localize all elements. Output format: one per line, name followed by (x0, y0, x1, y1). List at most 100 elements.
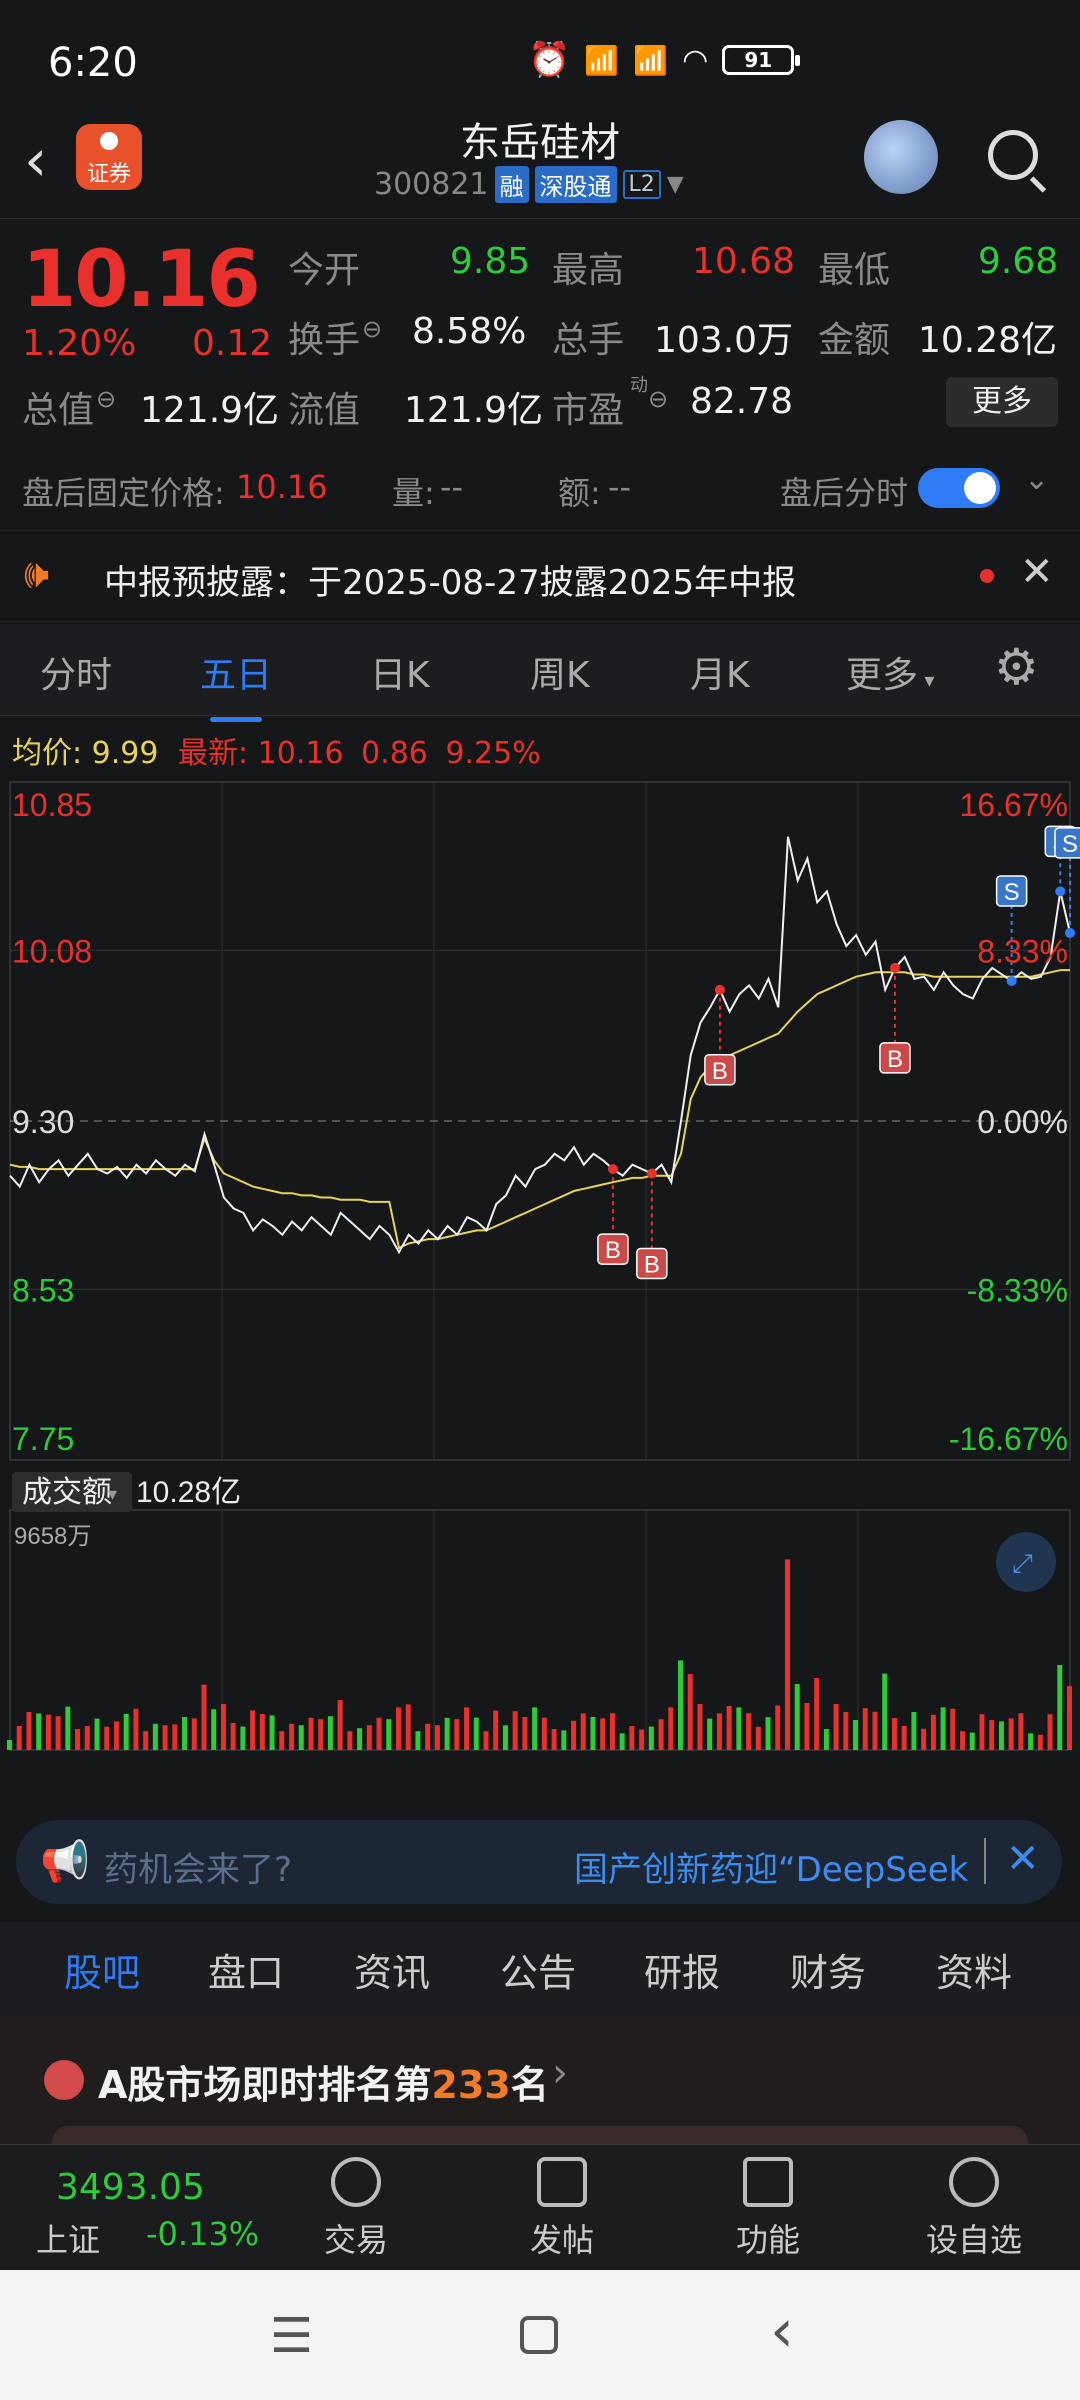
volume-bar (804, 1703, 810, 1750)
volume-total: 10.28亿 (136, 1476, 241, 1509)
chevron-down-icon[interactable]: ⌄ (1024, 462, 1049, 497)
volume-bar (1057, 1665, 1063, 1750)
latest-change: 0.86 (361, 736, 428, 771)
volume-bar (55, 1716, 61, 1750)
x-tick-label: 07/07 (500, 1767, 580, 1770)
tab-profile[interactable]: 资料 (936, 1942, 1012, 1997)
chevron-right-icon: › (552, 2050, 568, 2096)
chevron-down-icon[interactable]: ▼ (667, 172, 684, 197)
info-icon[interactable]: ⊖ (362, 315, 382, 343)
volume-bar (882, 1673, 888, 1750)
y-tick-left: 7.75 (12, 1421, 74, 1457)
after-price-label: 盘后固定价格: (22, 474, 225, 512)
volume-bar (853, 1720, 859, 1750)
info-icon[interactable]: ⊖ (96, 385, 116, 413)
tab-monthly-k[interactable]: 月K (690, 646, 750, 698)
news-banner[interactable]: 📢 药机会来了? 国产创新药迎“DeepSeek ✕ (16, 1820, 1062, 1904)
volume-bar (405, 1704, 411, 1750)
y-tick-left: 8.53 (12, 1272, 74, 1308)
tab-financials[interactable]: 财务 (790, 1942, 866, 1997)
volume-bar (104, 1726, 110, 1750)
axis-labels: 10.85 16.67% 10.08 8.33% 9.30 0.00% 8.53 -8.33%… (12, 787, 1068, 1770)
volume-bar (230, 1723, 236, 1750)
five-day-chart[interactable]: BBBBSSS 10.8516.67%10.088.33%9.300.00%8.… (0, 770, 1080, 1770)
home-icon[interactable] (520, 2316, 558, 2354)
volume-bar (843, 1712, 849, 1750)
back-nav-icon[interactable]: ‹ (770, 2296, 794, 2366)
x-tick-label: 07/03 (76, 1767, 156, 1770)
volume-bar (45, 1714, 51, 1750)
level-tag: L2 (622, 170, 661, 199)
banner-right-text: 国产创新药迎“DeepSeek (574, 1850, 969, 1890)
volume-bar (425, 1723, 431, 1750)
unread-dot (980, 569, 994, 583)
more-button[interactable]: 更多 (946, 377, 1058, 427)
volume-bar (1047, 1714, 1053, 1750)
index-value[interactable]: 3493.05 (56, 2167, 205, 2208)
quote-panel: 10.16 1.20% 0.12 总值 ⊖ 121.9亿 今开 9.85 最高 … (0, 218, 1080, 440)
close-icon[interactable]: ✕ (1006, 1836, 1040, 1882)
yen-icon (331, 2157, 381, 2207)
x-tick-label: 07/08 (712, 1767, 792, 1770)
menu-icon[interactable]: ☰ (270, 2308, 313, 2364)
volume-bar (580, 1713, 586, 1750)
post-button[interactable]: 发帖 (502, 2157, 622, 2261)
tab-research[interactable]: 研报 (644, 1942, 720, 1997)
volume-bar (678, 1660, 684, 1750)
volume-bar (84, 1726, 90, 1750)
tab-five-day[interactable]: 五日 (200, 646, 272, 722)
info-icon[interactable]: ⊖ (648, 385, 668, 413)
volume-bar (1067, 1686, 1072, 1750)
volume-bar (337, 1700, 343, 1750)
after-vol-value: -- (440, 468, 464, 506)
volume-bar (269, 1715, 275, 1750)
volume-bar (201, 1684, 207, 1750)
banner-divider (984, 1838, 986, 1884)
high-value: 10.68 (692, 241, 796, 282)
notice-bar[interactable]: 🕪 中报预披露：于2025-08-27披露2025年中报 ✕ (0, 530, 1080, 622)
volume-bar (755, 1726, 761, 1750)
close-icon[interactable]: ✕ (1020, 549, 1054, 595)
assistant-avatar[interactable] (864, 120, 938, 194)
volume-bar (347, 1731, 353, 1750)
rank-card[interactable]: A股市场即时排名第233名 › (0, 2014, 1080, 2144)
volume-bar (833, 1704, 839, 1750)
tab-more[interactable]: 更多 ▾ (846, 646, 934, 698)
volume-bar (182, 1717, 188, 1750)
volume-bar (532, 1707, 538, 1750)
edit-icon (537, 2157, 587, 2207)
volume-bar (512, 1711, 518, 1750)
tab-daily-k[interactable]: 日K (370, 646, 430, 698)
volume-bar (434, 1725, 440, 1750)
mktcap-value: 121.9亿 (140, 390, 280, 431)
volume-bar (75, 1729, 81, 1750)
volume-bar (940, 1707, 946, 1750)
after-hours-toggle[interactable] (918, 468, 1000, 508)
volume-bar (930, 1714, 936, 1750)
tab-intraday[interactable]: 分时 (40, 646, 112, 698)
volume-bar (376, 1717, 382, 1750)
tab-news[interactable]: 资讯 (354, 1942, 430, 1997)
latest-value: 10.16 (257, 736, 344, 771)
function-button[interactable]: 功能 (708, 2157, 828, 2261)
marker-label: B (712, 1058, 728, 1085)
volume-bar (366, 1725, 372, 1750)
after-price-value: 10.16 (236, 468, 328, 506)
speaker-icon: 🕪 (24, 551, 50, 597)
tab-orderbook[interactable]: 盘口 (208, 1942, 284, 1997)
tab-forum[interactable]: 股吧 (64, 1942, 140, 2019)
volume-bar (473, 1717, 479, 1750)
pe-value: 82.78 (690, 381, 794, 422)
volume-bar (26, 1712, 32, 1750)
gear-icon[interactable]: ⚙ (994, 638, 1039, 696)
volume-bar (289, 1723, 295, 1750)
add-watchlist-button[interactable]: 设自选 (914, 2157, 1034, 2261)
margin-tag: 融 (494, 166, 529, 203)
search-icon[interactable] (988, 130, 1038, 180)
tab-announcements[interactable]: 公告 (500, 1942, 576, 1997)
tab-weekly-k[interactable]: 周K (530, 646, 590, 698)
rank-icon (44, 2060, 84, 2100)
volume-bar (1008, 1718, 1014, 1750)
trade-button[interactable]: 交易 (296, 2157, 416, 2261)
volume-bar (716, 1713, 722, 1750)
